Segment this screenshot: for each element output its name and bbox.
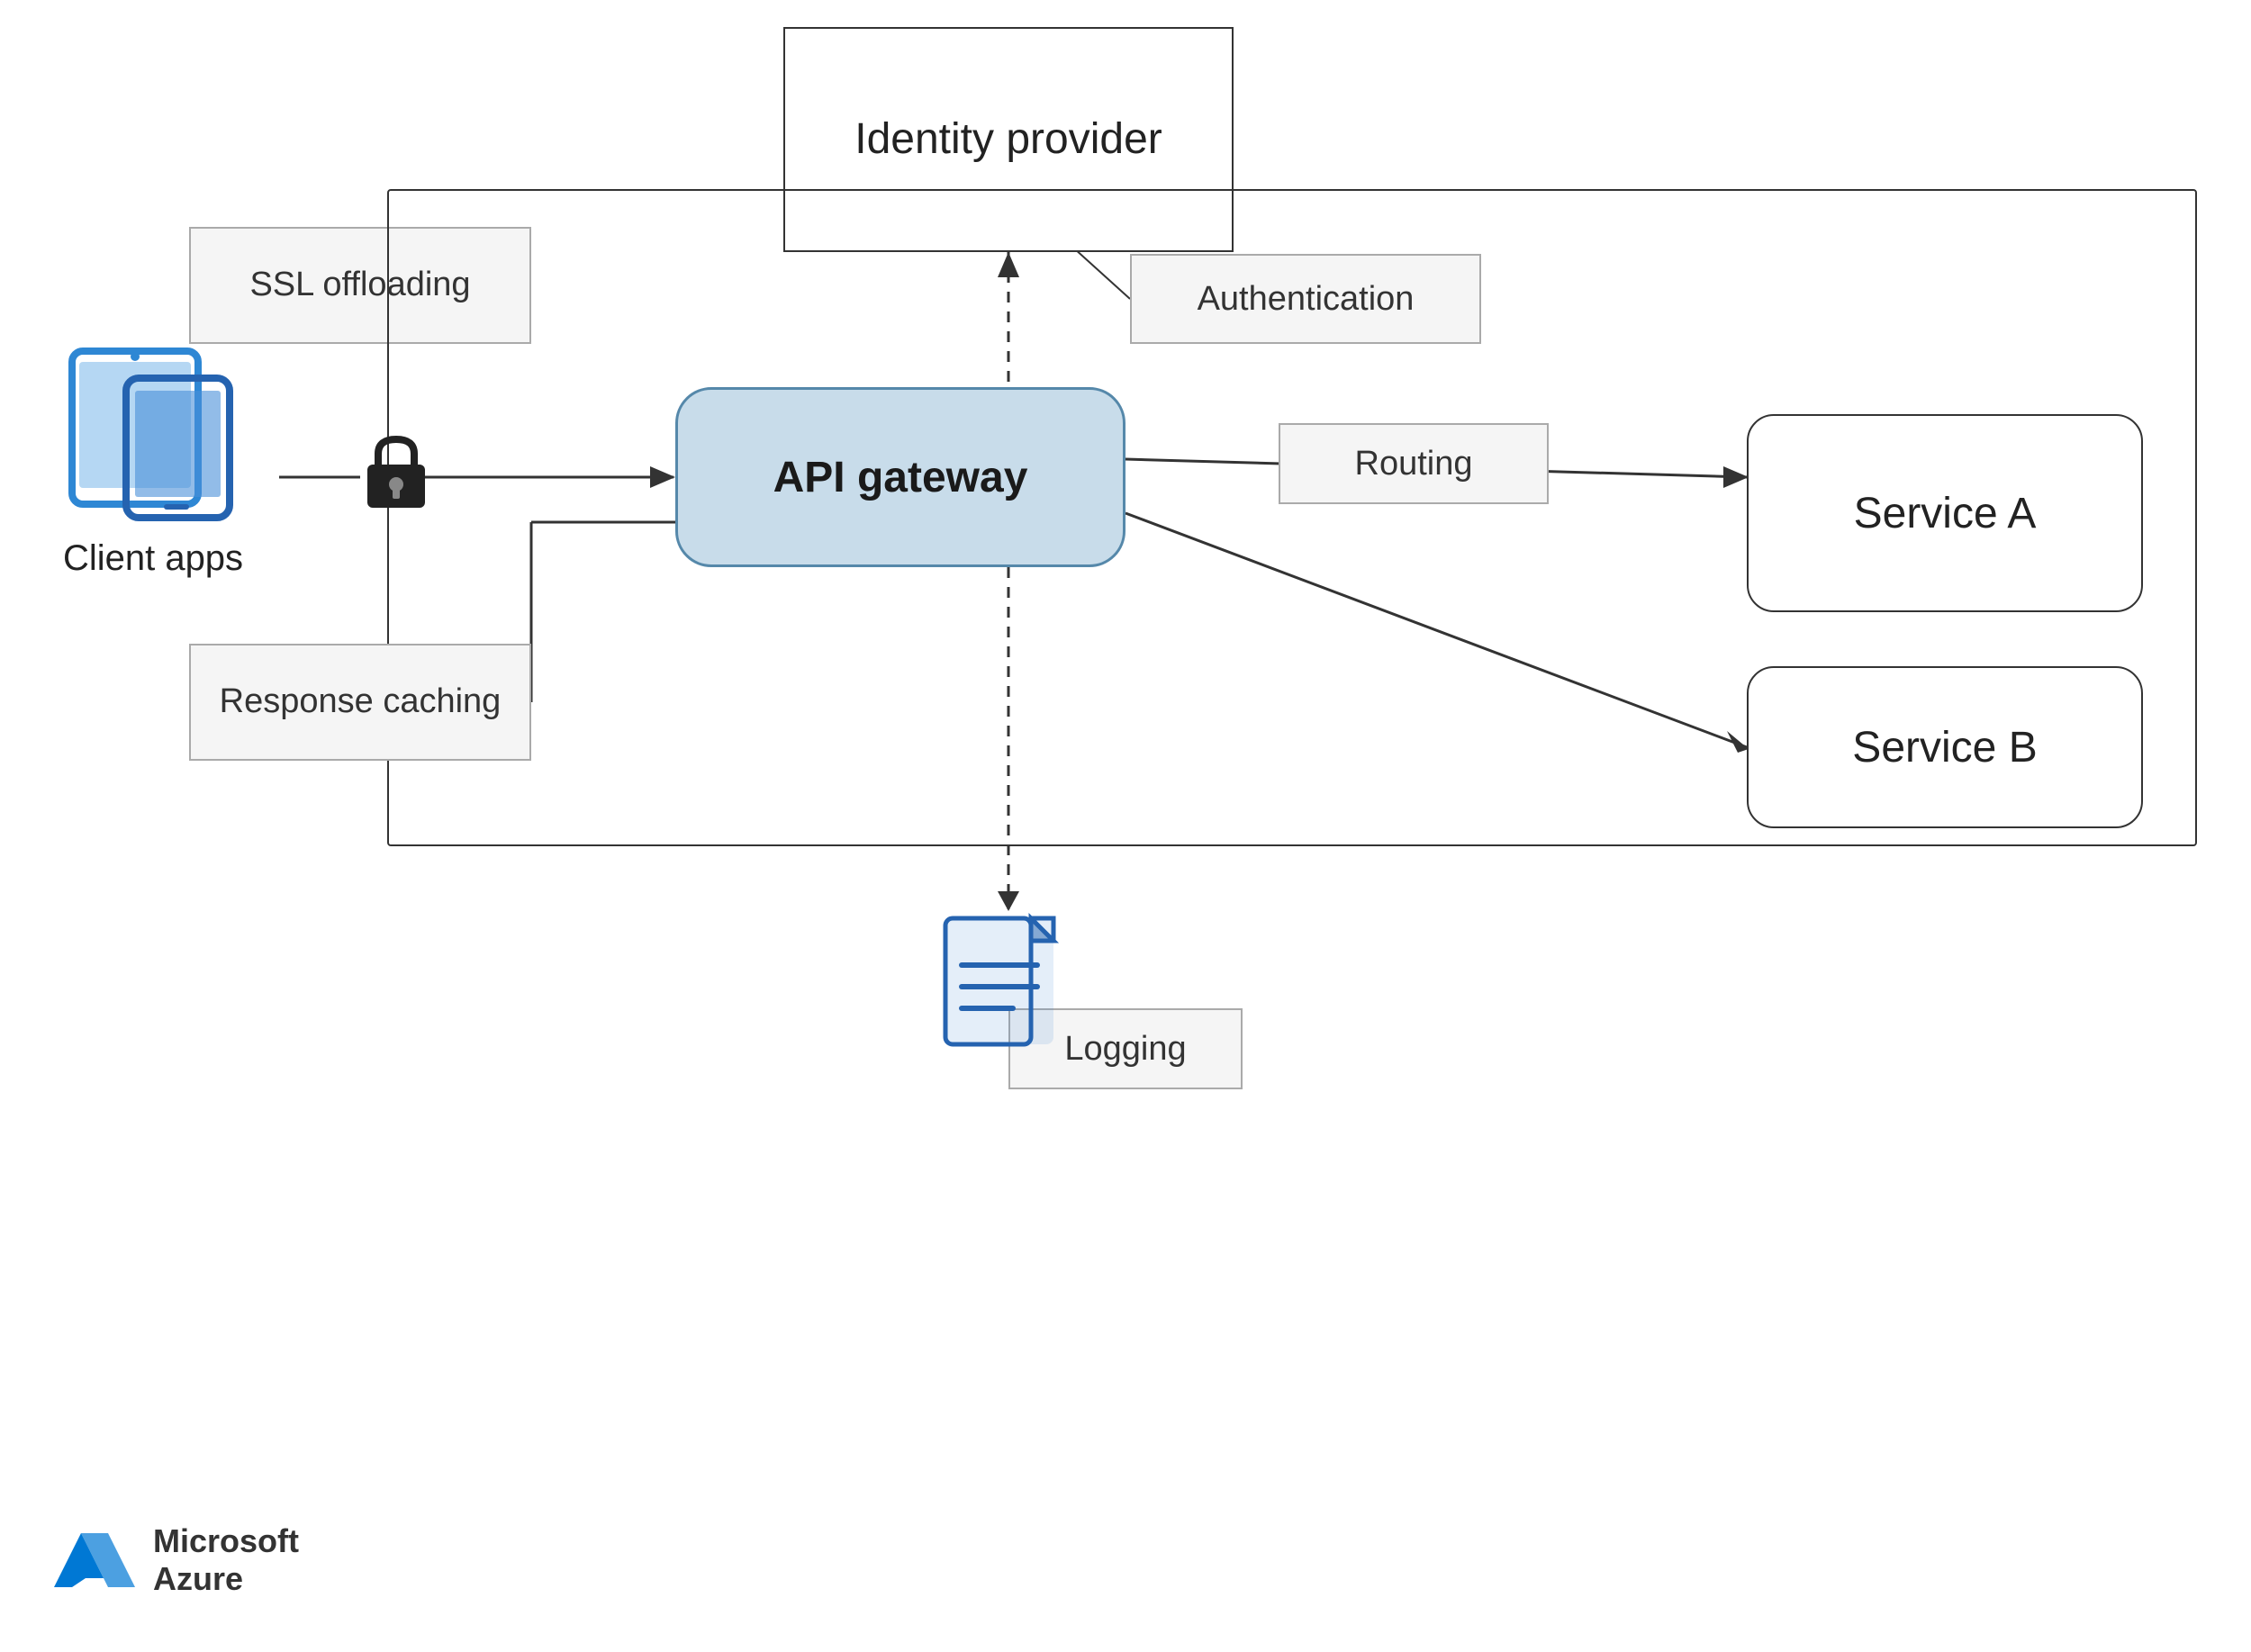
client-device-icon [54,342,252,522]
routing-label: Routing [1355,445,1473,483]
api-gateway-box: API gateway [675,387,1126,567]
azure-name-line1: Microsoft [153,1522,299,1560]
diagram-container: Identity provider Authentication SSL off… [0,0,2251,1652]
log-document-icon [927,909,1071,1053]
azure-logo-area: Microsoft Azure [54,1522,299,1598]
service-b-label: Service B [1852,723,2037,772]
logging-label: Logging [1064,1030,1186,1069]
service-a-label: Service A [1854,489,2037,538]
client-apps-area: Client apps [27,342,279,579]
response-caching-label-box: Response caching [189,644,531,761]
lock-icon [360,432,432,513]
azure-logo-icon [54,1524,135,1596]
azure-name-line2: Azure [153,1560,299,1598]
identity-provider-label: Identity provider [854,112,1162,167]
routing-label-box: Routing [1279,423,1549,504]
api-gateway-label: API gateway [773,453,1028,502]
service-a-box: Service A [1747,414,2143,612]
service-b-box: Service B [1747,666,2143,828]
client-apps-label: Client apps [63,538,243,579]
azure-text: Microsoft Azure [153,1522,299,1598]
log-document-icon-area [927,909,1071,1053]
response-caching-label: Response caching [220,680,502,724]
lock-icon-area [360,432,432,518]
